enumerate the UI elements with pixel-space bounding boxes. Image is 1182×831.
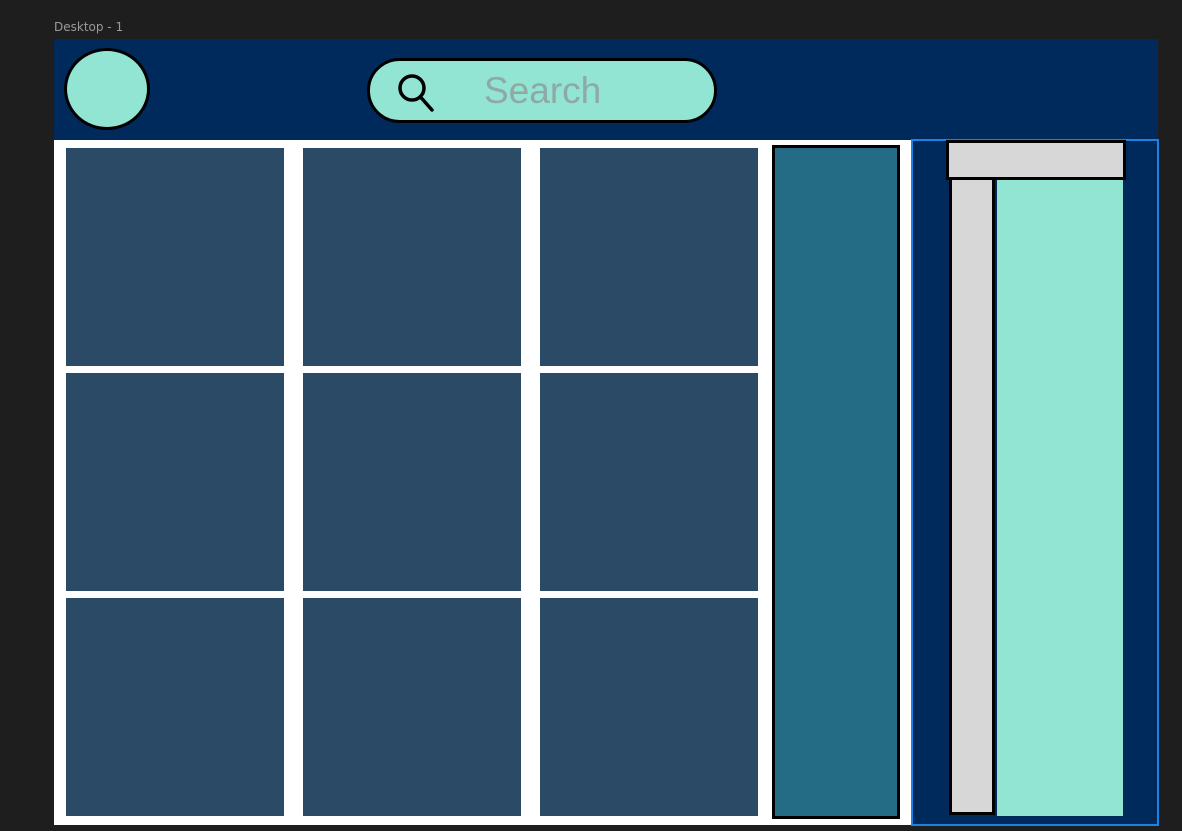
desktop-frame: Search xyxy=(54,39,1159,826)
search-icon xyxy=(398,74,434,112)
grid-tile-7[interactable] xyxy=(66,598,284,816)
search-bar[interactable]: Search xyxy=(367,58,717,123)
grid-tile-4[interactable] xyxy=(66,373,284,591)
header-bar: Search xyxy=(54,39,1158,140)
right-panel xyxy=(911,139,1159,826)
grid-tile-6[interactable] xyxy=(540,373,758,591)
grid-tile-3[interactable] xyxy=(540,148,758,366)
scrollbar[interactable] xyxy=(949,177,995,815)
right-panel-header[interactable] xyxy=(946,140,1126,180)
grid-tile-1[interactable] xyxy=(66,148,284,366)
grid-tile-2[interactable] xyxy=(303,148,521,366)
grid-tile-9[interactable] xyxy=(540,598,758,816)
grid-tile-8[interactable] xyxy=(303,598,521,816)
search-placeholder[interactable]: Search xyxy=(484,69,601,113)
grid-tile-5[interactable] xyxy=(303,373,521,591)
frame-label: Desktop - 1 xyxy=(54,20,124,34)
avatar[interactable] xyxy=(64,48,150,130)
side-panel[interactable] xyxy=(772,145,900,819)
right-panel-content[interactable] xyxy=(997,180,1123,816)
